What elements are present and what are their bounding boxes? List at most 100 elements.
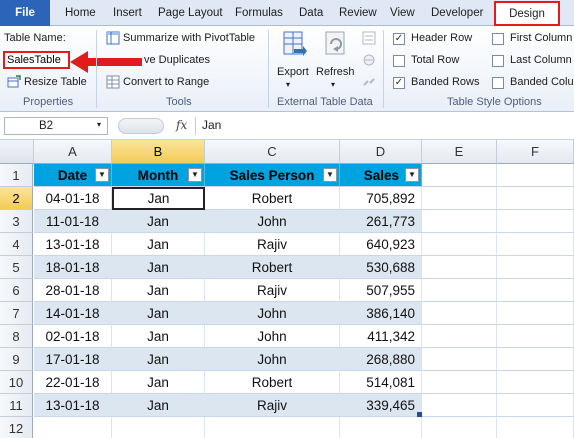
cell[interactable]: [497, 302, 574, 325]
table-cell[interactable]: Jan: [112, 279, 205, 302]
table-header-cell[interactable]: Date ▼: [34, 164, 112, 187]
table-cell[interactable]: Jan: [112, 371, 205, 394]
cell[interactable]: [497, 394, 574, 417]
total-row-checkbox[interactable]: [393, 55, 405, 67]
table-cell[interactable]: Jan: [112, 348, 205, 371]
table-cell[interactable]: 514,081: [340, 371, 422, 394]
cell[interactable]: [422, 394, 497, 417]
tab-data[interactable]: Data: [299, 0, 323, 26]
table-cell[interactable]: Jan: [112, 325, 205, 348]
table-cell[interactable]: 11-01-18: [34, 210, 112, 233]
table-cell[interactable]: 530,688: [340, 256, 422, 279]
table-cell[interactable]: John: [205, 210, 340, 233]
table-cell[interactable]: Jan: [112, 394, 205, 417]
unlink-icon[interactable]: [362, 75, 376, 89]
filter-dropdown-icon[interactable]: ▼: [323, 168, 337, 182]
summarize-pivot-button[interactable]: Summarize with PivotTable: [123, 32, 255, 44]
filter-dropdown-icon[interactable]: ▼: [188, 168, 202, 182]
table-cell[interactable]: Robert: [205, 256, 340, 279]
cell[interactable]: [422, 164, 497, 187]
table-header-cell[interactable]: Sales ▼: [340, 164, 422, 187]
table-cell[interactable]: 14-01-18: [34, 302, 112, 325]
table-cell[interactable]: Jan: [112, 256, 205, 279]
table-cell[interactable]: John: [205, 348, 340, 371]
cell[interactable]: [422, 371, 497, 394]
select-all-corner[interactable]: [0, 140, 34, 164]
table-cell[interactable]: Rajiv: [205, 394, 340, 417]
open-in-browser-icon[interactable]: [362, 53, 376, 67]
row-header-3[interactable]: 3: [0, 210, 33, 233]
row-header-2[interactable]: 2: [0, 187, 33, 210]
cell[interactable]: [205, 417, 340, 438]
table-cell[interactable]: 339,465: [340, 394, 422, 417]
cell[interactable]: [422, 348, 497, 371]
table-cell[interactable]: 13-01-18: [34, 394, 112, 417]
refresh-button[interactable]: Refresh: [316, 66, 355, 78]
tab-formulas[interactable]: Formulas: [235, 0, 283, 26]
formula-input[interactable]: Jan: [195, 117, 570, 135]
table-cell[interactable]: Rajiv: [205, 233, 340, 256]
properties-small-icon[interactable]: [362, 31, 376, 45]
cell[interactable]: [422, 256, 497, 279]
column-header-c[interactable]: C: [205, 140, 340, 164]
table-cell[interactable]: 17-01-18: [34, 348, 112, 371]
table-cell[interactable]: 640,923: [340, 233, 422, 256]
table-cell[interactable]: 02-01-18: [34, 325, 112, 348]
banded-rows-checkbox[interactable]: ✓: [393, 77, 405, 89]
table-cell[interactable]: 386,140: [340, 302, 422, 325]
cell[interactable]: [340, 417, 422, 438]
table-header-cell[interactable]: Month ▼: [112, 164, 205, 187]
table-cell[interactable]: 28-01-18: [34, 279, 112, 302]
cell[interactable]: [422, 210, 497, 233]
table-resize-handle[interactable]: [417, 412, 422, 417]
resize-table-button[interactable]: Resize Table: [24, 76, 87, 88]
tab-design[interactable]: Design: [494, 1, 560, 26]
cell[interactable]: [422, 187, 497, 210]
export-button[interactable]: Export: [277, 66, 309, 78]
export-dropdown-icon[interactable]: ▾: [286, 80, 290, 89]
table-cell[interactable]: 18-01-18: [34, 256, 112, 279]
active-cell[interactable]: Jan: [112, 187, 205, 210]
row-header-10[interactable]: 10: [0, 371, 33, 394]
table-cell[interactable]: John: [205, 302, 340, 325]
row-header-6[interactable]: 6: [0, 279, 33, 302]
column-header-d[interactable]: D: [340, 140, 422, 164]
cell[interactable]: [422, 302, 497, 325]
first-column-checkbox[interactable]: [492, 33, 504, 45]
banded-columns-checkbox[interactable]: [492, 77, 504, 89]
row-header-1[interactable]: 1: [0, 164, 33, 187]
name-box-dropdown-icon[interactable]: ▾: [97, 120, 101, 129]
row-header-5[interactable]: 5: [0, 256, 33, 279]
table-cell[interactable]: Rajiv: [205, 279, 340, 302]
table-cell[interactable]: 268,880: [340, 348, 422, 371]
table-cell[interactable]: John: [205, 325, 340, 348]
cell[interactable]: [422, 233, 497, 256]
tab-insert[interactable]: Insert: [113, 0, 142, 26]
last-column-checkbox[interactable]: [492, 55, 504, 67]
table-cell[interactable]: 22-01-18: [34, 371, 112, 394]
table-cell[interactable]: 411,342: [340, 325, 422, 348]
cell[interactable]: [497, 233, 574, 256]
cell[interactable]: [497, 417, 574, 438]
cell[interactable]: [497, 348, 574, 371]
table-cell[interactable]: 261,773: [340, 210, 422, 233]
column-header-e[interactable]: E: [422, 140, 497, 164]
remove-duplicates-button[interactable]: ve Duplicates: [144, 54, 210, 66]
row-header-8[interactable]: 8: [0, 325, 33, 348]
cell[interactable]: [497, 371, 574, 394]
insert-function-button[interactable]: fx: [176, 118, 187, 132]
formula-bar-resize-handle[interactable]: [118, 118, 164, 134]
tab-developer[interactable]: Developer: [431, 0, 483, 26]
table-cell[interactable]: 507,955: [340, 279, 422, 302]
cell[interactable]: [112, 417, 205, 438]
column-header-a[interactable]: A: [34, 140, 112, 164]
table-cell[interactable]: 705,892: [340, 187, 422, 210]
table-cell[interactable]: 04-01-18: [34, 187, 112, 210]
table-cell[interactable]: Jan: [112, 210, 205, 233]
column-header-f[interactable]: F: [497, 140, 574, 164]
tab-page-layout[interactable]: Page Layout: [158, 0, 223, 26]
cell[interactable]: [497, 325, 574, 348]
refresh-dropdown-icon[interactable]: ▾: [331, 80, 335, 89]
filter-dropdown-icon[interactable]: ▼: [405, 168, 419, 182]
cell[interactable]: [497, 279, 574, 302]
